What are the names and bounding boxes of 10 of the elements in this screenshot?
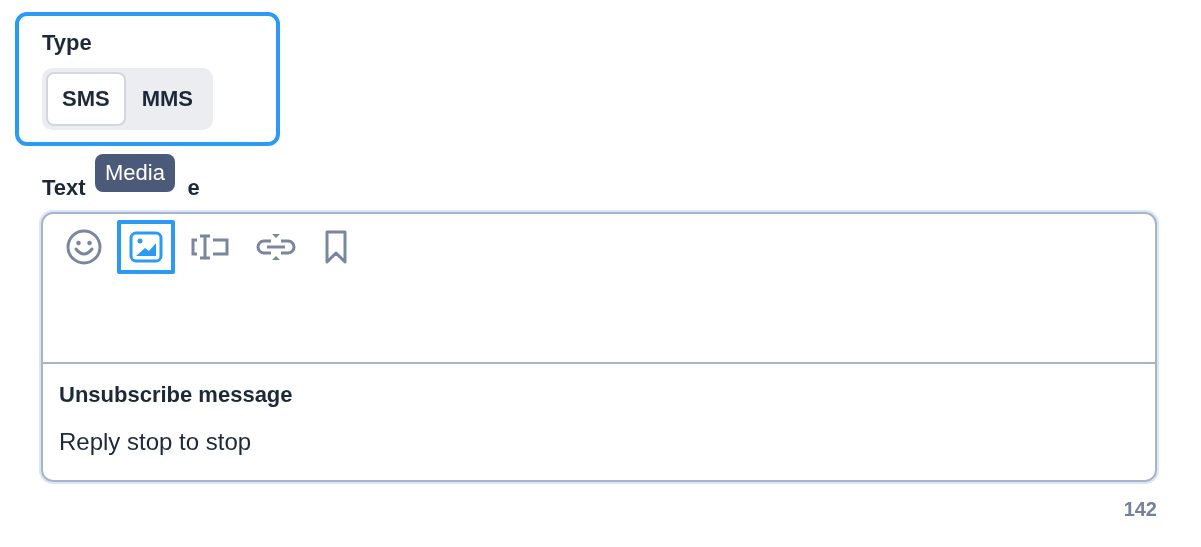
character-count: 142 (1123, 498, 1157, 521)
field-label: Text (42, 175, 86, 201)
unsubscribe-title: Unsubscribe message (59, 382, 294, 408)
unsubscribe-text: Reply stop to stop (59, 428, 253, 456)
tooltip: Media (95, 154, 175, 192)
segment-button[interactable]: MMS (125, 72, 209, 126)
field-label: e (187, 175, 200, 201)
segment-button[interactable]: SMS (46, 72, 126, 126)
image-icon[interactable] (117, 220, 175, 274)
field-label: Type (42, 30, 93, 56)
